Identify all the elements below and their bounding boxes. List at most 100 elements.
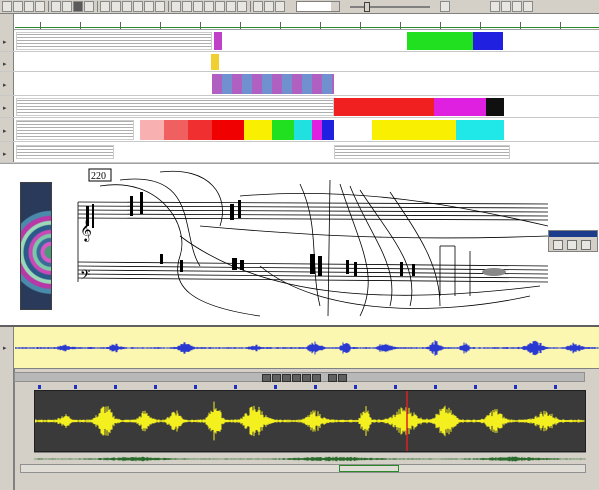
track-header-1[interactable]: ▸ [0,30,14,51]
color-clip[interactable] [312,120,322,140]
color-clip[interactable] [294,120,312,140]
loop-icon[interactable] [328,374,337,382]
marker-lane[interactable] [34,383,586,390]
rewind-icon[interactable] [262,374,271,382]
zoom-out-icon[interactable] [155,1,165,12]
track-header-3[interactable]: ▸ [0,72,14,95]
scroll-thumb[interactable] [339,465,399,472]
overview-waveform[interactable]: ▸ [0,327,599,369]
tile-icon[interactable] [501,1,511,12]
overview-header[interactable]: ▸ [0,327,14,369]
timeline-ruler[interactable] [0,14,599,30]
metronome-icon[interactable] [253,1,263,12]
stop-icon[interactable] [111,1,121,12]
sound-editor-header[interactable] [0,369,14,490]
slider-thumb[interactable] [364,2,370,12]
color-clip[interactable] [407,32,473,50]
score-clip[interactable] [16,120,134,140]
score-clip[interactable] [16,98,334,116]
forward-icon[interactable] [302,374,311,382]
tempo-icon[interactable] [264,1,274,12]
track-row-2[interactable]: ▸ [0,52,599,72]
copy-icon[interactable] [51,1,61,12]
position-slider[interactable] [350,1,430,12]
undo-icon[interactable] [73,1,83,12]
select-icon[interactable] [171,1,181,12]
palette-button[interactable] [553,240,563,250]
window-icon[interactable] [490,1,500,12]
marker-flag[interactable] [274,385,277,389]
color-clip[interactable] [456,120,504,140]
color-clip[interactable] [334,98,434,116]
track-row-6[interactable]: ▸ [0,142,599,163]
back-icon[interactable] [272,374,281,382]
marker-flag[interactable] [154,385,157,389]
track-header-2[interactable]: ▸ [0,52,14,71]
color-clip[interactable] [211,54,219,70]
marker-flag[interactable] [354,385,357,389]
redo-icon[interactable] [84,1,94,12]
color-clip[interactable] [244,120,272,140]
marker-flag[interactable] [394,385,397,389]
color-clip[interactable] [486,98,504,116]
track-row-4[interactable]: ▸ [0,96,599,118]
score-clip[interactable] [16,145,114,159]
color-clip[interactable] [322,120,334,140]
track-row-1[interactable]: ▸ [0,30,599,52]
track-header-4[interactable]: ▸ [0,96,14,117]
score-clip[interactable] [16,32,212,50]
track-header-6[interactable]: ▸ [0,142,14,162]
snap-icon[interactable] [215,1,225,12]
cascade-icon[interactable] [512,1,522,12]
open-icon[interactable] [13,1,23,12]
marker-icon[interactable] [275,1,285,12]
zoom-select[interactable] [296,1,340,12]
color-clip[interactable] [140,120,164,140]
horizontal-scrollbar[interactable] [20,464,586,473]
marker-flag[interactable] [554,385,557,389]
track-row-5[interactable]: ▸ [0,118,599,142]
stop-icon[interactable] [292,374,301,382]
color-clip[interactable] [212,120,244,140]
color-clip[interactable] [473,32,503,50]
marker-flag[interactable] [314,385,317,389]
play-icon[interactable] [100,1,110,12]
loop-icon[interactable] [133,1,143,12]
view-icon[interactable] [440,1,450,12]
record-icon[interactable] [122,1,132,12]
palette-button[interactable] [567,240,577,250]
track-header-5[interactable]: ▸ [0,118,14,141]
score-clip[interactable] [334,145,510,159]
marker-flag[interactable] [474,385,477,389]
paste-icon[interactable] [62,1,72,12]
color-clip[interactable] [188,120,212,140]
grid-icon[interactable] [204,1,214,12]
marker-flag[interactable] [74,385,77,389]
marker-flag[interactable] [38,385,41,389]
pattern-clip[interactable] [212,74,334,94]
eraser-icon[interactable] [193,1,203,12]
track-row-3[interactable]: ▸ [0,72,599,96]
score-view[interactable]: 220 𝄞 𝄢 [0,163,599,327]
play-icon[interactable] [282,374,291,382]
color-clip[interactable] [272,120,294,140]
save-icon[interactable] [24,1,34,12]
help-icon[interactable] [523,1,533,12]
floating-palette[interactable] [548,230,598,252]
color-clip[interactable] [434,98,486,116]
palette-titlebar[interactable] [549,231,597,237]
marker-flag[interactable] [114,385,117,389]
palette-button[interactable] [581,240,591,250]
mixer-icon[interactable] [237,1,247,12]
marker-flag[interactable] [234,385,237,389]
color-clip[interactable] [214,32,222,50]
cut-icon[interactable] [35,1,45,12]
zoom-in-icon[interactable] [144,1,154,12]
color-clip[interactable] [164,120,188,140]
end-icon[interactable] [312,374,321,382]
marker-flag[interactable] [194,385,197,389]
marker-flag[interactable] [514,385,517,389]
pencil-icon[interactable] [182,1,192,12]
new-file-icon[interactable] [2,1,12,12]
color-clip[interactable] [372,120,456,140]
